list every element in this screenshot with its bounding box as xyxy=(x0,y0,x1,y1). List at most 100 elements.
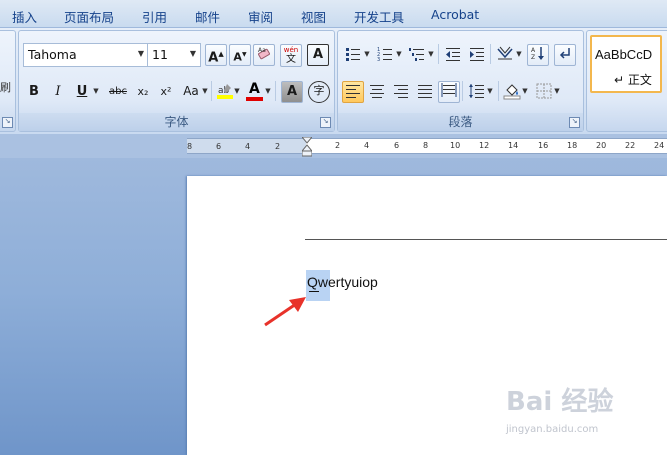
distributed-icon xyxy=(441,83,457,97)
document-text[interactable]: Qwertyuiop xyxy=(307,274,378,290)
font-group-label: 字体 xyxy=(19,113,334,131)
red-arrow-icon xyxy=(262,290,310,330)
paragraph-dialog-launcher-icon[interactable]: ↘ xyxy=(569,117,580,128)
font-dialog-launcher-icon[interactable]: ↘ xyxy=(320,117,331,128)
underline-dropdown-icon[interactable]: ▼ xyxy=(92,81,100,101)
shading-dropdown-icon[interactable]: ▼ xyxy=(521,81,529,101)
ruler-label: 22 xyxy=(625,141,636,150)
paragraph-group-label: 段落 xyxy=(338,113,583,131)
font-color-button[interactable]: A xyxy=(244,81,266,103)
sort-button[interactable]: AZ xyxy=(527,44,549,66)
ruler-left-margin: 8 6 4 2 xyxy=(187,138,306,154)
justify-button[interactable] xyxy=(414,81,436,103)
font-color-dropdown-icon[interactable]: ▼ xyxy=(264,81,272,101)
font-size-combo[interactable]: 11 ▼ xyxy=(147,43,201,67)
tab-developer[interactable]: 开发工具 xyxy=(354,7,404,26)
distributed-button[interactable] xyxy=(438,81,460,103)
shrink-font-label: A xyxy=(233,50,242,64)
font-size-value: 11 xyxy=(152,47,168,62)
multilevel-list-button[interactable] xyxy=(406,44,428,66)
phonetic-guide-button[interactable]: wén 文 xyxy=(280,44,302,67)
highlight-dropdown-icon[interactable]: ▼ xyxy=(233,81,241,101)
format-painter-label-fragment[interactable]: 刷 xyxy=(0,79,11,95)
bullets-dropdown-icon[interactable]: ▼ xyxy=(363,44,371,64)
ribbon: 刷 ↘ Tahoma ▼ 11 ▼ A▲ A▼ Aa wén 文 A B I U … xyxy=(0,28,667,134)
ruler-label: 10 xyxy=(450,141,461,150)
show-hide-marks-button[interactable] xyxy=(554,44,576,66)
paragraph-group: ▼ 123 ▼ ▼ ▼ AZ ▼ ▼ ▼ 段落 ↘ xyxy=(337,30,584,132)
line-spacing-button[interactable] xyxy=(466,81,488,103)
bullet-list-icon xyxy=(346,48,360,61)
numbering-button[interactable]: 123 xyxy=(374,44,396,66)
highlighter-icon: ab xyxy=(217,84,233,99)
align-right-button[interactable] xyxy=(390,81,412,103)
numbered-list-icon: 123 xyxy=(377,47,392,63)
decrease-indent-button[interactable] xyxy=(442,44,464,66)
chevron-down-icon[interactable]: ▼ xyxy=(136,49,146,59)
multilevel-dropdown-icon[interactable]: ▼ xyxy=(427,44,435,64)
font-name-combo[interactable]: Tahoma ▼ xyxy=(23,43,149,67)
subscript-button[interactable]: x₂ xyxy=(132,81,154,103)
tab-references[interactable]: 引用 xyxy=(142,7,167,26)
increase-indent-icon xyxy=(470,48,484,61)
italic-button[interactable]: I xyxy=(47,81,69,103)
line-spacing-dropdown-icon[interactable]: ▼ xyxy=(486,81,494,101)
style-preview-text: AaBbCcD xyxy=(595,47,653,62)
numbering-dropdown-icon[interactable]: ▼ xyxy=(395,44,403,64)
align-center-icon xyxy=(370,85,384,98)
strikethrough-button[interactable]: abc xyxy=(104,81,132,103)
ruler-label: 20 xyxy=(596,141,607,150)
separator xyxy=(211,81,212,101)
tab-acrobat[interactable]: Acrobat xyxy=(431,7,479,22)
chinese-layout-icon xyxy=(497,46,513,60)
change-case-dropdown-icon[interactable]: ▼ xyxy=(201,81,209,101)
text-cursor xyxy=(309,289,319,292)
superscript-button[interactable]: x² xyxy=(155,81,177,103)
chinese-layout-dropdown-icon[interactable]: ▼ xyxy=(515,44,523,64)
borders-dropdown-icon[interactable]: ▼ xyxy=(553,81,561,101)
font-group: Tahoma ▼ 11 ▼ A▲ A▼ Aa wén 文 A B I U ▼ ab… xyxy=(18,30,335,132)
clipboard-launcher-icon[interactable]: ↘ xyxy=(2,117,13,128)
phonetic-guide-label: wén xyxy=(283,46,299,54)
separator xyxy=(462,81,463,101)
paint-bucket-icon xyxy=(503,84,521,100)
bold-button[interactable]: B xyxy=(23,81,45,103)
shrink-font-button[interactable]: A▼ xyxy=(229,44,251,66)
bullets-button[interactable] xyxy=(342,44,364,66)
ruler-label: 6 xyxy=(394,141,400,150)
align-center-button[interactable] xyxy=(366,81,388,103)
justify-icon xyxy=(418,85,432,98)
clipboard-group-edge: 刷 ↘ xyxy=(0,30,16,132)
chinese-layout-button[interactable] xyxy=(494,44,516,66)
ruler-label: 14 xyxy=(508,141,519,150)
ruler-label: 2 xyxy=(335,141,341,150)
grow-font-button[interactable]: A▲ xyxy=(205,44,227,66)
chevron-down-icon[interactable]: ▼ xyxy=(188,49,198,59)
svg-text:A: A xyxy=(531,47,536,54)
character-shading-button[interactable]: A xyxy=(281,81,303,103)
separator xyxy=(498,81,499,101)
clear-formatting-button[interactable]: Aa xyxy=(253,44,275,66)
align-left-button[interactable] xyxy=(342,81,364,103)
character-border-button[interactable]: A xyxy=(307,44,329,66)
increase-indent-button[interactable] xyxy=(466,44,488,66)
tab-mailings[interactable]: 邮件 xyxy=(195,7,220,26)
tab-review[interactable]: 审阅 xyxy=(248,7,273,26)
tab-insert[interactable]: 插入 xyxy=(12,7,37,26)
underline-button[interactable]: U xyxy=(71,81,93,103)
tab-view[interactable]: 视图 xyxy=(301,7,326,26)
ruler-right-scale: 2 4 6 8 10 12 14 16 18 20 22 24 xyxy=(306,138,667,154)
ruler-label: 2 xyxy=(275,142,281,151)
style-normal-tile[interactable]: AaBbCcD ↵ 正文 xyxy=(590,35,662,93)
enclose-characters-button[interactable]: 字 xyxy=(308,81,330,103)
ruler-label: 4 xyxy=(245,142,251,151)
ribbon-tab-bar: 插入 页面布局 引用 邮件 审阅 视图 开发工具 Acrobat xyxy=(0,0,667,28)
ruler-label: 8 xyxy=(187,142,193,151)
svg-text:3: 3 xyxy=(377,57,380,63)
watermark-logo: Bai 经验 xyxy=(506,387,614,417)
borders-button[interactable] xyxy=(533,81,555,103)
sort-icon: AZ xyxy=(531,47,544,61)
paragraph-shading-button[interactable] xyxy=(501,81,523,103)
ruler-label: 12 xyxy=(479,141,490,150)
tab-page-layout[interactable]: 页面布局 xyxy=(64,7,114,26)
